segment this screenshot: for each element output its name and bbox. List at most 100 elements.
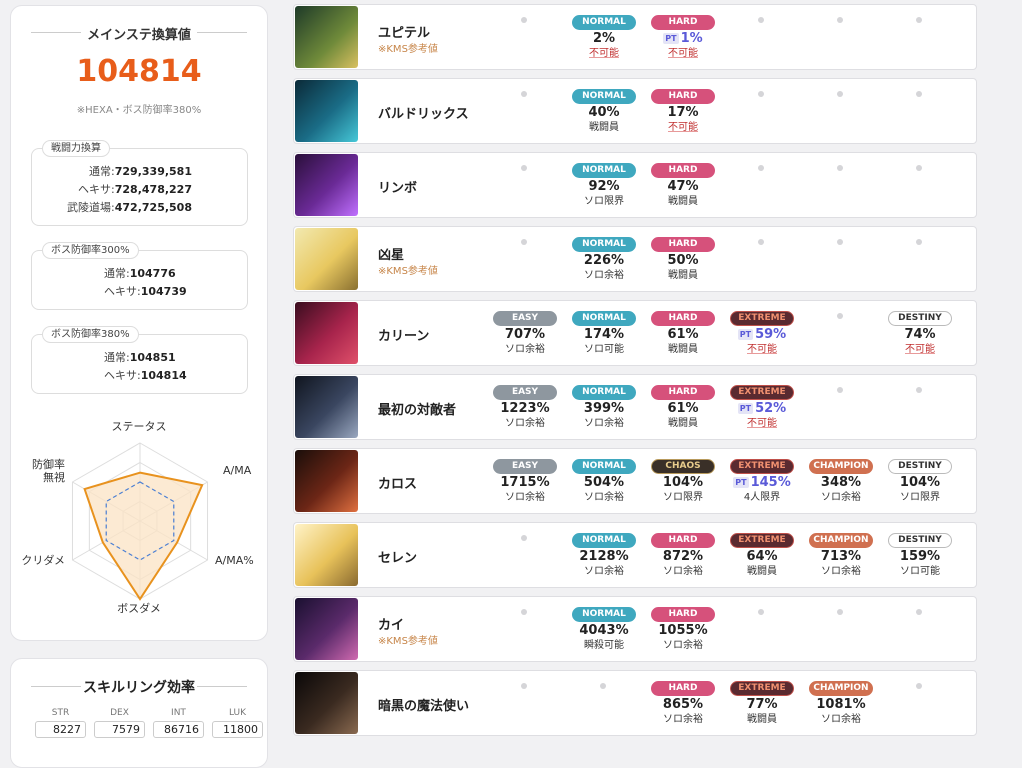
clear-status: ソロ余裕	[821, 566, 861, 577]
skill-stat-label: INT	[171, 708, 186, 718]
difficulty-cell[interactable]: EASY 1223% ソロ余裕	[490, 375, 560, 439]
difficulty-cell[interactable]: EASY 1715% ソロ余裕	[490, 449, 560, 513]
skill-stat-input[interactable]: 86716	[153, 721, 204, 738]
difficulty-cell[interactable]: EXTREME 64% 戦闘員	[727, 523, 797, 587]
percent-value: 1%	[680, 31, 703, 46]
difficulty-badge-extreme: EXTREME	[730, 459, 794, 474]
difficulty-cell[interactable]: CHAMPION 348% ソロ余裕	[806, 449, 876, 513]
clear-percent: 17%	[648, 105, 718, 121]
difficulty-cell[interactable]: NORMAL 226% ソロ余裕	[569, 227, 639, 291]
difficulty-cell[interactable]: DESTINY 74% 不可能	[885, 301, 955, 365]
difficulty-cell[interactable]: HARD 61% 戦闘員	[648, 375, 718, 439]
percent-value: 1055%	[658, 623, 708, 638]
difficulty-cell[interactable]: NORMAL 399% ソロ余裕	[569, 375, 639, 439]
percent-value: 61%	[667, 401, 699, 416]
difficulty-cell[interactable]: EXTREME PT 145% 4人限界	[727, 449, 797, 513]
clear-status: 不可能	[747, 344, 777, 355]
difficulty-cell[interactable]: HARD 61% 戦闘員	[648, 301, 718, 365]
empty-dot	[521, 17, 527, 23]
percent-value: 348%	[820, 475, 862, 490]
clear-status: ソロ限界	[663, 492, 703, 503]
clear-status: ソロ可能	[584, 344, 624, 355]
difficulty-cell	[885, 671, 955, 735]
boss-row[interactable]: 凶星 ※KMS参考値 NORMAL 226% ソロ余裕 HARD 50% 戦闘員	[293, 226, 977, 292]
empty-dot	[837, 609, 843, 615]
difficulty-cell	[806, 153, 876, 217]
difficulty-badge-hard: HARD	[651, 163, 715, 178]
clear-percent: 61%	[648, 401, 718, 417]
clear-percent: 174%	[569, 327, 639, 343]
def380-box: ボス防御率380% 通常: 104851 ヘキサ: 104814	[31, 326, 248, 394]
boss-row[interactable]: バルドリックス NORMAL 40% 戦闘員 HARD 17% 不可能	[293, 78, 977, 144]
kms-reference-note: ※KMS参考値	[378, 44, 438, 55]
difficulty-cell[interactable]: EXTREME 77% 戦闘員	[727, 671, 797, 735]
clear-status: 戦闘員	[668, 418, 698, 429]
difficulty-cell	[727, 79, 797, 143]
clear-status: 不可能	[905, 344, 935, 355]
boss-row[interactable]: 最初の対敵者 EASY 1223% ソロ余裕 NORMAL 399% ソロ余裕 HARD 61%…	[293, 374, 977, 440]
skill-stat-input[interactable]: 11800	[212, 721, 263, 738]
difficulty-badge-chaos: CHAOS	[651, 459, 715, 474]
difficulty-cell[interactable]: NORMAL 92% ソロ限界	[569, 153, 639, 217]
boss-row[interactable]: カリーン EASY 707% ソロ余裕 NORMAL 174% ソロ可能 HARD 61% 戦闘員…	[293, 300, 977, 366]
clear-percent: 2128%	[569, 549, 639, 565]
difficulty-cell[interactable]: NORMAL 504% ソロ余裕	[569, 449, 639, 513]
difficulty-cell[interactable]: NORMAL 2% 不可能	[569, 5, 639, 69]
boss-row[interactable]: リンボ NORMAL 92% ソロ限界 HARD 47% 戦闘員	[293, 152, 977, 218]
difficulty-cell[interactable]: HARD 17% 不可能	[648, 79, 718, 143]
difficulty-cell[interactable]: DESTINY 159% ソロ可能	[885, 523, 955, 587]
skill-stat-input[interactable]: 8227	[35, 721, 86, 738]
difficulty-cell	[885, 375, 955, 439]
difficulty-cell	[727, 227, 797, 291]
difficulty-badge-normal: NORMAL	[572, 607, 636, 622]
difficulty-cell[interactable]: CHAMPION 1081% ソロ余裕	[806, 671, 876, 735]
percent-value: 872%	[662, 549, 704, 564]
boss-row[interactable]: カイ ※KMS参考値 NORMAL 4043% 瞬殺可能 HARD 1055% ソロ余裕	[293, 596, 977, 662]
difficulty-cell[interactable]: CHAOS 104% ソロ限界	[648, 449, 718, 513]
difficulty-badge-extreme: EXTREME	[730, 385, 794, 400]
clear-percent: 104%	[885, 475, 955, 491]
difficulty-cell[interactable]: HARD 865% ソロ余裕	[648, 671, 718, 735]
percent-value: 145%	[750, 475, 791, 490]
clear-status: ソロ余裕	[821, 492, 861, 503]
difficulty-cell[interactable]: EXTREME PT 59% 不可能	[727, 301, 797, 365]
difficulty-badge-hard: HARD	[651, 385, 715, 400]
difficulty-cell[interactable]: NORMAL 40% 戦闘員	[569, 79, 639, 143]
percent-value: 17%	[667, 105, 699, 120]
difficulty-cell[interactable]: NORMAL 4043% 瞬殺可能	[569, 597, 639, 661]
clear-status: 戦闘員	[668, 270, 698, 281]
clear-percent: 707%	[490, 327, 560, 343]
clear-percent: 92%	[569, 179, 639, 195]
percent-value: 1715%	[500, 475, 550, 490]
difficulty-cell[interactable]: CHAMPION 713% ソロ余裕	[806, 523, 876, 587]
boss-row[interactable]: セレン NORMAL 2128% ソロ余裕 HARD 872% ソロ余裕 EXTREME 64%…	[293, 522, 977, 588]
difficulty-cell[interactable]: EXTREME PT 52% 不可能	[727, 375, 797, 439]
skill-stat-cell: INT 86716	[153, 707, 204, 738]
skill-stat-label: LUK	[228, 708, 247, 718]
boss-portrait	[295, 376, 358, 438]
difficulty-cell[interactable]: EASY 707% ソロ余裕	[490, 301, 560, 365]
clear-percent: 1715%	[490, 475, 560, 491]
difficulty-badge-normal: NORMAL	[572, 163, 636, 178]
difficulty-cell[interactable]: HARD 47% 戦闘員	[648, 153, 718, 217]
radar-label: 防御率	[32, 457, 65, 471]
clear-status: ソロ余裕	[663, 640, 703, 651]
difficulty-cell[interactable]: HARD 872% ソロ余裕	[648, 523, 718, 587]
boss-row[interactable]: カロス EASY 1715% ソロ余裕 NORMAL 504% ソロ余裕 CHAOS 104% ソ…	[293, 448, 977, 514]
difficulty-cell[interactable]: HARD 1055% ソロ余裕	[648, 597, 718, 661]
clear-status: ソロ余裕	[663, 714, 703, 725]
percent-value: 4043%	[579, 623, 629, 638]
difficulty-cell[interactable]: NORMAL 174% ソロ可能	[569, 301, 639, 365]
difficulty-cell[interactable]: NORMAL 2128% ソロ余裕	[569, 523, 639, 587]
radar-value-area	[83, 471, 204, 601]
boss-row[interactable]: 暗黒の魔法使い HARD 865% ソロ余裕 EXTREME 77% 戦闘員 CHAMPION…	[293, 670, 977, 736]
skill-stat-input[interactable]: 7579	[94, 721, 145, 738]
boss-row[interactable]: ユピテル ※KMS参考値 NORMAL 2% 不可能 HARD PT 1% 不可能	[293, 4, 977, 70]
difficulty-badge-champion: CHAMPION	[809, 681, 873, 696]
difficulty-cell[interactable]: HARD PT 1% 不可能	[648, 5, 718, 69]
clear-status: ソロ余裕	[584, 418, 624, 429]
clear-status: ソロ限界	[584, 196, 624, 207]
boss-portrait	[295, 672, 358, 734]
difficulty-cell[interactable]: HARD 50% 戦闘員	[648, 227, 718, 291]
difficulty-cell[interactable]: DESTINY 104% ソロ限界	[885, 449, 955, 513]
